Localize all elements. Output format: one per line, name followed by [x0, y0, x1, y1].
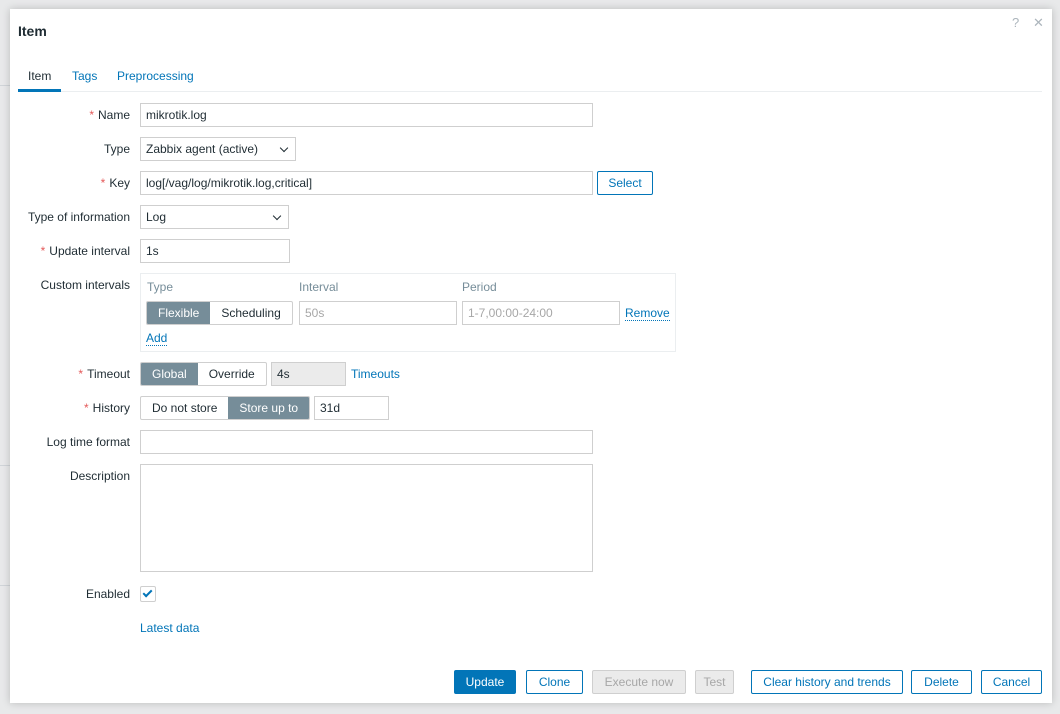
background-line: [0, 85, 10, 86]
active-tab-indicator: [18, 89, 61, 92]
type-label: Type: [103, 142, 130, 156]
latest-data-link[interactable]: Latest data: [140, 621, 199, 635]
key-select-button[interactable]: Select: [597, 171, 653, 195]
log-time-format-label: Log time format: [46, 435, 130, 449]
delete-button[interactable]: Delete: [911, 670, 972, 694]
tab-tags[interactable]: Tags: [72, 69, 97, 83]
history-input[interactable]: 31d: [314, 396, 389, 420]
name-input[interactable]: mikrotik.log: [140, 103, 593, 127]
clear-history-button[interactable]: Clear history and trends: [751, 670, 903, 694]
key-label: * Key: [100, 176, 130, 190]
interval-type-toggle[interactable]: Flexible Scheduling: [146, 301, 293, 325]
update-interval-label: * Update interval: [40, 244, 130, 258]
update-interval-input[interactable]: 1s: [140, 239, 290, 263]
help-icon[interactable]: ?: [1012, 15, 1019, 30]
background-line: [0, 465, 10, 466]
col-type: Type: [147, 280, 174, 294]
key-input[interactable]: log[/vag/log/mikrotik.log,critical]: [140, 171, 593, 195]
log-time-format-input[interactable]: [140, 430, 593, 454]
col-interval: Interval: [299, 280, 339, 294]
col-period: Period: [462, 280, 497, 294]
enabled-checkbox[interactable]: [140, 586, 156, 602]
cancel-button[interactable]: Cancel: [981, 670, 1042, 694]
custom-intervals-table: Type Interval Period Flexible Scheduling…: [140, 273, 676, 352]
info-type-label: Type of information: [27, 210, 130, 224]
custom-interval-input[interactable]: 50s: [299, 301, 457, 325]
timeouts-link[interactable]: Timeouts: [351, 367, 400, 381]
timeout-toggle[interactable]: Global Override: [140, 362, 267, 386]
clone-button[interactable]: Clone: [526, 670, 583, 694]
add-interval-link[interactable]: Add: [146, 331, 168, 346]
override-option[interactable]: Override: [198, 363, 266, 385]
type-select[interactable]: Zabbix agent (active): [140, 137, 296, 161]
background-line: [0, 585, 10, 586]
do-not-store-option[interactable]: Do not store: [141, 397, 228, 419]
item-dialog: Item ? ✕ Item Tags Preprocessing * Name m…: [10, 9, 1052, 703]
history-toggle[interactable]: Do not store Store up to: [140, 396, 311, 420]
close-icon[interactable]: ✕: [1033, 15, 1044, 31]
scheduling-option[interactable]: Scheduling: [210, 302, 291, 324]
history-label: * History: [83, 401, 130, 415]
remove-interval-link[interactable]: Remove: [625, 306, 670, 321]
flexible-option[interactable]: Flexible: [147, 302, 211, 324]
dialog-title: Item: [18, 23, 47, 39]
global-option[interactable]: Global: [141, 363, 198, 385]
check-icon: [142, 587, 153, 598]
timeout-input: 4s: [271, 362, 346, 386]
tab-item[interactable]: Item: [28, 69, 51, 83]
name-label: * Name: [89, 108, 130, 122]
tab-preprocessing[interactable]: Preprocessing: [117, 69, 194, 83]
test-button: Test: [695, 670, 734, 694]
custom-intervals-label: Custom intervals: [40, 278, 130, 292]
execute-now-button: Execute now: [592, 670, 686, 694]
description-textarea[interactable]: [140, 464, 593, 572]
enabled-label: Enabled: [85, 587, 130, 601]
tab-divider: [18, 91, 1042, 92]
info-type-select[interactable]: Log: [140, 205, 289, 229]
store-up-to-option[interactable]: Store up to: [228, 397, 310, 419]
description-label: Description: [69, 469, 130, 483]
custom-period-input[interactable]: 1-7,00:00-24:00: [462, 301, 620, 325]
timeout-label: * Timeout: [78, 367, 130, 381]
update-button[interactable]: Update: [454, 670, 516, 694]
